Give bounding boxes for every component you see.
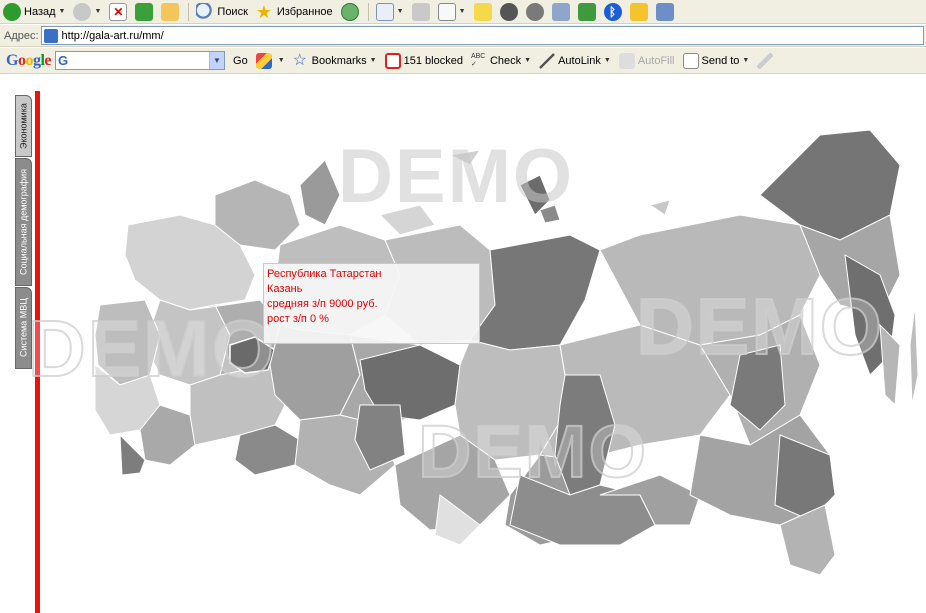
region-tooltip: Республика Татарстан Казань средняя з/п … [263, 263, 480, 344]
printer-icon [411, 2, 430, 21]
map-island[interactable] [909, 304, 919, 406]
popup-blocker-button[interactable]: 151 blocked [384, 52, 463, 69]
mail-icon [375, 2, 394, 21]
research-button[interactable] [549, 1, 573, 23]
bluetooth-icon: ᛒ [603, 2, 622, 21]
contacts-button[interactable] [627, 1, 651, 23]
wand-icon [539, 52, 556, 69]
page-options-icon [255, 52, 272, 69]
russia-map[interactable] [40, 75, 926, 613]
edit-button[interactable]: ▼ [435, 1, 469, 23]
refresh-icon [135, 2, 154, 21]
highlighter-button[interactable] [757, 52, 776, 69]
address-input[interactable]: http://gala-art.ru/mm/ [40, 26, 924, 45]
note-icon [473, 2, 492, 21]
browser-toolbar: Назад ▼ ▼ ✕ Поиск ★ Избранное ▼ ▼ ᛒ [0, 0, 926, 24]
address-bar: Адрес: http://gala-art.ru/mm/ [0, 25, 926, 47]
forward-arrow-icon [73, 2, 92, 21]
map-island[interactable] [648, 199, 671, 216]
google-search-value: G [58, 53, 69, 68]
spellcheck-button[interactable]: ABC ✓ Check ▼ [471, 53, 531, 69]
edit-document-icon [437, 2, 456, 21]
page-content: Экономика Социальная демография Система … [0, 75, 926, 613]
search-button[interactable]: Поиск [193, 1, 250, 23]
page-icon [43, 28, 58, 43]
vpn-button[interactable] [523, 1, 547, 23]
map-island[interactable] [379, 204, 436, 236]
messenger-icon [499, 2, 518, 21]
search-icon [196, 2, 215, 21]
home-icon [161, 2, 180, 21]
autofill-button[interactable]: AutoFill [618, 52, 675, 69]
back-button[interactable]: Назад ▼ [0, 1, 68, 23]
send-to-button[interactable]: Send to ▼ [682, 52, 749, 69]
icq-button[interactable] [575, 1, 599, 23]
chevron-down-icon[interactable]: ▼ [209, 52, 225, 69]
blocked-icon [384, 52, 401, 69]
tab-economy[interactable]: Экономика [15, 95, 32, 157]
spellcheck-icon: ABC ✓ [470, 52, 486, 68]
send-icon [682, 52, 699, 69]
bookmarks-button[interactable]: ☆ Bookmarks ▼ [292, 51, 377, 69]
flower-icon [577, 2, 596, 21]
go-button[interactable]: Go [233, 55, 248, 67]
map-region[interactable] [119, 433, 146, 476]
refresh-button[interactable] [132, 1, 156, 23]
favorites-button[interactable]: ★ Избранное [253, 1, 336, 23]
highlighter-icon [757, 52, 774, 69]
stop-icon: ✕ [109, 2, 128, 21]
map-region[interactable] [774, 434, 836, 521]
map-island[interactable] [299, 159, 341, 226]
network-button[interactable] [653, 1, 677, 23]
home-button[interactable] [158, 1, 182, 23]
notes-button[interactable] [471, 1, 495, 23]
tooltip-region: Республика Татарстан [267, 268, 382, 280]
history-icon [340, 2, 359, 21]
contacts-icon [629, 2, 648, 21]
autolink-button[interactable]: AutoLink ▼ [539, 52, 611, 69]
tab-social-demography[interactable]: Социальная демография [15, 158, 32, 286]
history-button[interactable] [338, 1, 362, 23]
tab-mvc-system[interactable]: Система МВЦ [15, 287, 32, 369]
address-url: http://gala-art.ru/mm/ [61, 29, 164, 42]
messenger-button[interactable] [497, 1, 521, 23]
forward-button[interactable]: ▼ [70, 1, 104, 23]
google-search-input[interactable]: G ▼ [55, 51, 226, 70]
google-logo: Google [6, 51, 52, 69]
star-icon: ★ [255, 1, 273, 22]
star-outline-icon: ☆ [292, 51, 307, 69]
autofill-icon [618, 52, 635, 69]
back-dropdown-icon[interactable]: ▼ [59, 8, 66, 15]
tooltip-salary: средняя з/п 9000 руб. [267, 298, 378, 310]
tooltip-growth: рост з/п 0 % [267, 313, 329, 325]
magnifier-icon [551, 2, 570, 21]
map-island[interactable] [448, 149, 482, 166]
google-toolbar: Google G ▼ Go ▼ ☆ Bookmarks ▼ 151 blocked… [0, 48, 926, 74]
network-icon [655, 2, 674, 21]
tooltip-city: Казань [267, 283, 303, 295]
stop-button[interactable]: ✕ [106, 1, 130, 23]
bluetooth-button[interactable]: ᛒ [601, 1, 625, 23]
side-tabs: Экономика Социальная демография Система … [15, 95, 32, 370]
page-options-button[interactable]: ▼ [255, 52, 285, 69]
shield-icon [525, 2, 544, 21]
print-button[interactable] [409, 1, 433, 23]
map-region[interactable] [879, 323, 901, 407]
address-label: Адрес: [4, 29, 39, 42]
mail-button[interactable]: ▼ [373, 1, 407, 23]
back-arrow-icon [3, 2, 21, 21]
